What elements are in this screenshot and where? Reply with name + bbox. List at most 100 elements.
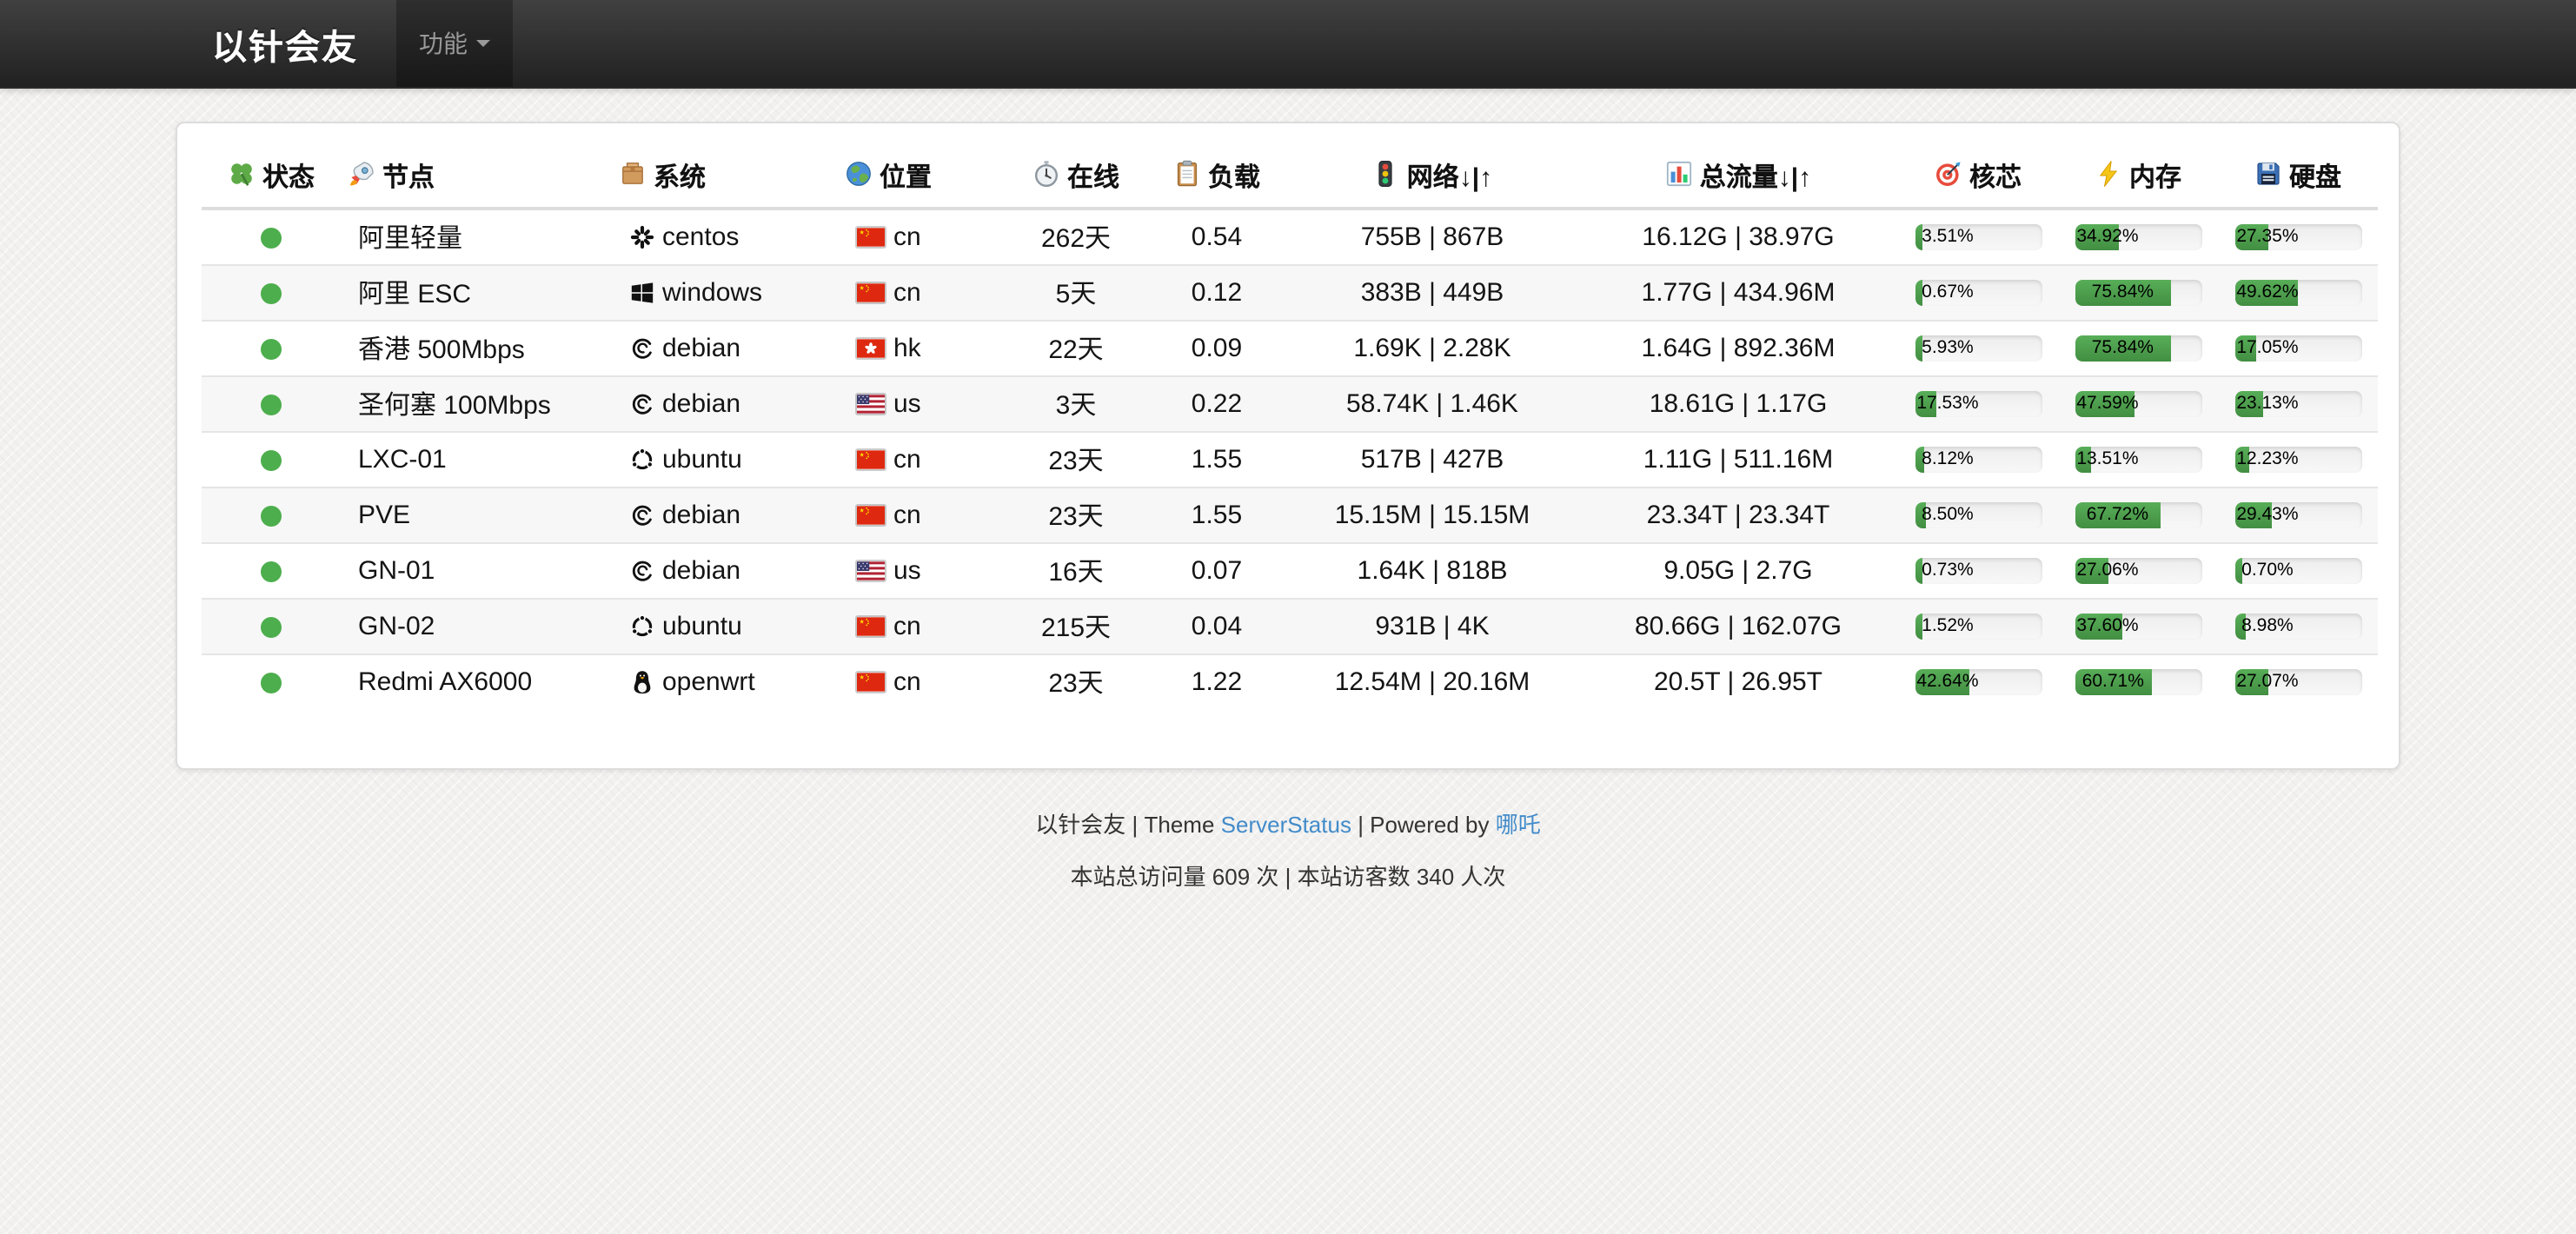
disk-progress-bar: 49.62% xyxy=(2234,280,2361,306)
ram-percent-label: 60.71% xyxy=(2075,669,2152,695)
node-name: GN-02 xyxy=(341,599,612,654)
server-row[interactable]: PVEdebiancn23天1.5515.15M | 15.15M23.34T … xyxy=(202,488,2378,543)
floppy-disk-icon xyxy=(2254,161,2282,189)
node-name: GN-01 xyxy=(341,543,612,599)
column-header-disk: 硬盘 xyxy=(2218,148,2378,209)
column-header-cpu: 核芯 xyxy=(1898,148,2058,209)
server-row[interactable]: 阿里轻量centoscn262天0.54755B | 867B16.12G | … xyxy=(202,209,2378,265)
total-traffic: 80.66G | 162.07G xyxy=(1578,599,1898,654)
cpu-percent-label: 42.64% xyxy=(1915,669,1981,695)
ubuntu-icon xyxy=(629,447,655,473)
ram-progress-bar: 75.84% xyxy=(2075,335,2201,362)
os-cell: debian xyxy=(612,488,838,543)
location-cell: cn xyxy=(838,654,1005,709)
caret-down-icon xyxy=(476,40,490,47)
load: 1.22 xyxy=(1147,654,1286,709)
servers-table: 状态节点系统位置在线负载网络↓|↑总流量↓|↑核芯内存硬盘 阿里轻量centos… xyxy=(202,148,2378,709)
disk-percent-label: 27.07% xyxy=(2234,669,2300,695)
disk-progress-bar: 12.23% xyxy=(2234,447,2361,473)
stopwatch-icon xyxy=(1032,161,1060,189)
ram-percent-label: 75.84% xyxy=(2075,280,2171,306)
ram-progress-bar: 27.06% xyxy=(2075,558,2201,584)
status-online-dot xyxy=(261,228,282,249)
disk-progress-bar: 23.13% xyxy=(2234,391,2361,417)
os-cell: centos xyxy=(612,209,838,265)
ram-progress-bar: 34.92% xyxy=(2075,224,2201,250)
load: 0.07 xyxy=(1147,543,1286,599)
flag-cn-icon xyxy=(855,448,886,470)
server-row[interactable]: Redmi AX6000openwrtcn23天1.2212.54M | 20.… xyxy=(202,654,2378,709)
debian-icon xyxy=(629,335,655,362)
disk-percent-label: 29.43% xyxy=(2234,502,2300,528)
server-row[interactable]: GN-02ubuntucn215天0.04931B | 4K80.66G | 1… xyxy=(202,599,2378,654)
os-cell: ubuntu xyxy=(612,432,838,488)
theme-link[interactable]: ServerStatus xyxy=(1221,812,1351,838)
os-cell: openwrt xyxy=(612,654,838,709)
column-header-system: 系统 xyxy=(612,148,838,209)
server-row[interactable]: 圣何塞 100Mbpsdebianus3天0.2258.74K | 1.46K1… xyxy=(202,376,2378,432)
disk-progress-bar: 27.35% xyxy=(2234,224,2361,250)
network-speed: 931B | 4K xyxy=(1286,599,1578,654)
ram-percent-label: 37.60% xyxy=(2075,614,2141,640)
status-online-dot xyxy=(261,673,282,693)
column-header-load: 负载 xyxy=(1147,148,1286,209)
flag-us-icon xyxy=(855,392,886,415)
cpu-percent-label: 17.53% xyxy=(1915,391,1981,417)
table-header-row: 状态节点系统位置在线负载网络↓|↑总流量↓|↑核芯内存硬盘 xyxy=(202,148,2378,209)
status-online-dot xyxy=(261,561,282,582)
status-online-dot xyxy=(261,395,282,415)
network-speed: 755B | 867B xyxy=(1286,209,1578,265)
footer: 以针会友 | Theme ServerStatus | Powered by 哪… xyxy=(0,806,2576,892)
location-code: us xyxy=(893,389,921,419)
centos-icon xyxy=(629,224,655,250)
uptime: 23天 xyxy=(1005,488,1147,543)
uptime: 22天 xyxy=(1005,321,1147,376)
node-name: 阿里 ESC xyxy=(341,265,612,321)
ram-percent-label: 75.84% xyxy=(2075,335,2171,362)
location-cell: cn xyxy=(838,209,1005,265)
brand-title[interactable]: 以针会友 xyxy=(212,0,358,87)
os-name: debian xyxy=(662,334,740,363)
cpu-progress-bar: 8.12% xyxy=(1915,447,2042,473)
cpu-progress-bar: 8.50% xyxy=(1915,502,2042,528)
status-online-dot xyxy=(261,450,282,471)
node-name: 香港 500Mbps xyxy=(341,321,612,376)
ram-percent-label: 13.51% xyxy=(2075,447,2141,473)
location-cell: cn xyxy=(838,599,1005,654)
uptime: 3天 xyxy=(1005,376,1147,432)
load: 0.04 xyxy=(1147,599,1286,654)
column-header-status: 状态 xyxy=(202,148,341,209)
server-row[interactable]: 香港 500Mbpsdebianhk22天0.091.69K | 2.28K1.… xyxy=(202,321,2378,376)
disk-percent-label: 23.13% xyxy=(2234,391,2300,417)
location-cell: us xyxy=(838,543,1005,599)
ram-progress-bar: 75.84% xyxy=(2075,280,2201,306)
status-online-dot xyxy=(261,506,282,527)
disk-progress-bar: 0.70% xyxy=(2234,558,2361,584)
os-cell: debian xyxy=(612,543,838,599)
server-row[interactable]: LXC-01ubuntucn23天1.55517B | 427B1.11G | … xyxy=(202,432,2378,488)
network-speed: 58.74K | 1.46K xyxy=(1286,376,1578,432)
disk-progress-bar: 29.43% xyxy=(2234,502,2361,528)
flag-cn-icon xyxy=(855,670,886,693)
location-cell: hk xyxy=(838,321,1005,376)
server-row[interactable]: GN-01debianus16天0.071.64K | 818B9.05G | … xyxy=(202,543,2378,599)
debian-icon xyxy=(629,558,655,584)
cpu-percent-label: 0.73% xyxy=(1915,558,1981,584)
location-code: cn xyxy=(893,612,921,641)
globe-icon xyxy=(845,161,873,189)
status-online-dot xyxy=(261,283,282,304)
load: 0.12 xyxy=(1147,265,1286,321)
disk-percent-label: 27.35% xyxy=(2234,224,2300,250)
node-name: Redmi AX6000 xyxy=(341,654,612,709)
disk-percent-label: 12.23% xyxy=(2234,447,2300,473)
powered-by-link[interactable]: 哪吒 xyxy=(1496,812,1541,838)
total-traffic: 1.64G | 892.36M xyxy=(1578,321,1898,376)
os-name: windows xyxy=(662,278,762,308)
total-traffic: 18.61G | 1.17G xyxy=(1578,376,1898,432)
nav-menu-features[interactable]: 功能 xyxy=(396,0,513,87)
ram-progress-bar: 67.72% xyxy=(2075,502,2201,528)
uptime: 262天 xyxy=(1005,209,1147,265)
cpu-progress-bar: 0.67% xyxy=(1915,280,2042,306)
network-speed: 1.69K | 2.28K xyxy=(1286,321,1578,376)
server-row[interactable]: 阿里 ESCwindowscn5天0.12383B | 449B1.77G | … xyxy=(202,265,2378,321)
